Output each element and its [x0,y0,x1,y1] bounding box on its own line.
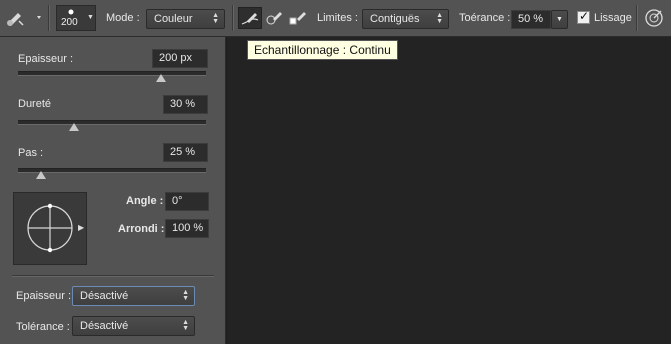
sampling-once-button[interactable] [263,7,287,29]
pressure-size-button[interactable] [643,7,667,29]
limits-label: Limites : [317,12,358,24]
hardness-input[interactable]: 30 % [163,95,208,114]
canvas-area[interactable] [227,37,671,344]
brush-settings-panel: Epaisseur : 200 px Dureté 30 % Pas : 25 … [0,37,226,344]
tolerance-input[interactable]: 50 % [511,10,551,29]
select-arrows-icon: ▲ ▼ [212,12,219,25]
spacing-slider-thumb[interactable] [35,171,46,179]
hardness-slider-track[interactable] [18,120,206,125]
select-arrows-icon: ▲ ▼ [436,12,443,25]
limits-select[interactable]: Contiguës ▲ ▼ [362,9,449,29]
tolerance-dropdown-button[interactable]: ▼ [551,10,568,29]
angle-input[interactable]: 0° [165,192,209,211]
tolerance-label: Toérance : [459,12,511,24]
roundness-label: Arrondi : [118,223,165,235]
pen-thickness-select[interactable]: Désactivé ▲ ▼ [72,286,195,306]
hardness-slider-thumb[interactable] [69,123,80,131]
brush-angle-preview[interactable] [13,192,87,265]
spacing-slider-track[interactable] [18,168,206,173]
chevron-down-icon: ▼ [556,16,563,23]
spacing-input[interactable]: 25 % [163,143,208,162]
sampling-background-button[interactable] [287,7,311,29]
pen-tolerance-select-value: Désactivé [80,320,129,332]
sampling-once-icon [266,12,282,25]
pen-tolerance-label: Tolérance : [16,321,70,333]
mode-select-value: Couleur [154,13,193,25]
pen-thickness-select-value: Désactivé [80,290,129,302]
tool-preset-picker[interactable] [4,7,44,29]
tooltip: Echantillonnage : Continu [247,40,398,60]
limits-select-value: Contiguës [370,13,420,25]
roundness-input[interactable]: 100 % [165,219,209,238]
chevron-down-icon: ▼ [87,14,94,21]
sampling-continuous-button[interactable] [238,7,262,29]
tablet-pressure-icon [645,9,663,27]
spacing-label: Pas : [18,147,44,159]
thickness-input[interactable]: 200 px [152,49,208,68]
brush-tip-icon [68,9,74,15]
pen-tolerance-select[interactable]: Désactivé ▲ ▼ [72,316,195,336]
select-arrows-icon: ▲ ▼ [182,289,189,302]
options-bar: 200 ▼ Mode : Couleur ▲ ▼ Limites : Contig… [0,0,671,37]
color-replacement-brush-icon [7,13,41,26]
brush-preset-picker[interactable]: 200 ▼ [56,5,96,31]
smoothing-checkbox[interactable]: ✓ [577,9,590,24]
pen-thickness-label: Epaisseur : [16,290,72,302]
thickness-slider-track[interactable] [18,71,206,76]
select-arrows-icon: ▲ ▼ [182,319,189,332]
brush-angle-roundness-icon [27,203,73,253]
panel-divider [12,275,214,277]
hardness-label: Dureté [18,98,52,110]
mode-label: Mode : [106,12,140,24]
mode-select[interactable]: Couleur ▲ ▼ [146,9,225,29]
separator [48,5,50,31]
separator [636,5,638,31]
brush-size-value: 200 [61,17,78,28]
angle-arrow-icon: ▶ [78,223,85,232]
separator [232,5,234,31]
thickness-label: Epaisseur : [18,53,74,65]
thickness-slider-thumb[interactable] [155,74,166,82]
checkmark-icon: ✓ [579,9,590,23]
angle-label: Angle : [126,195,164,207]
sampling-continuous-icon [241,13,259,25]
sampling-background-icon [289,12,306,25]
smoothing-label: Lissage [594,12,632,24]
